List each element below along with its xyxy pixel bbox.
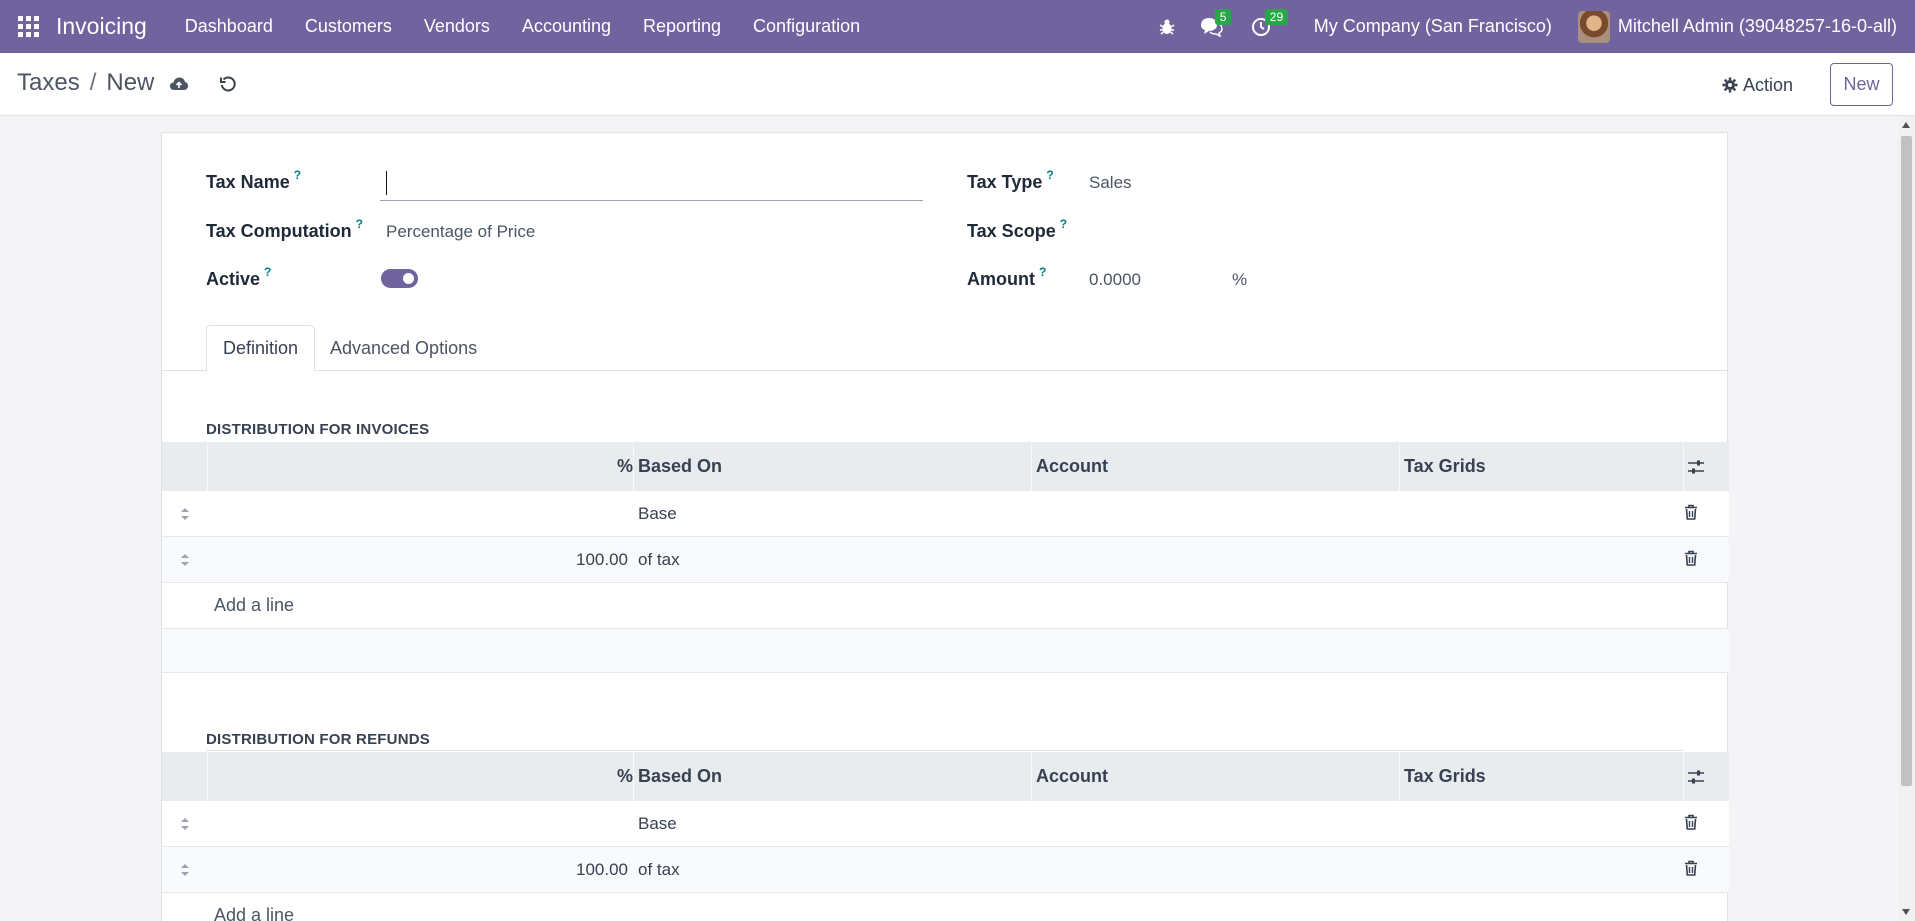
form-sheet: Tax Name? Tax Computation? Percentage of… [161,132,1729,921]
cell-based-on[interactable]: of tax [638,537,680,583]
menu-configuration[interactable]: Configuration [737,0,876,53]
user-menu[interactable]: Mitchell Admin (39048257-16-0-all) [1618,16,1897,37]
cell-percent[interactable]: 100.00 [207,847,628,893]
action-menu-button[interactable]: Action [1722,71,1793,99]
tax-type-label: Tax Type? [967,168,1054,192]
amount-percent-unit: % [1232,270,1248,289]
table-row[interactable]: 100.00 of tax [162,537,1729,583]
cell-percent[interactable] [207,801,628,847]
delete-row-trash-icon[interactable] [1684,860,1698,881]
tab-advanced-options[interactable]: Advanced Options [314,325,493,371]
tax-scope-label: Tax Scope? [967,217,1068,241]
column-account[interactable]: Account [1036,442,1108,491]
tax-computation-select[interactable]: Percentage of Price [386,222,535,242]
column-percent[interactable]: % [207,752,633,801]
column-percent[interactable]: % [207,442,633,491]
navbar-systray: 5 29 My Company (San Francisco) Mitchell… [1148,0,1915,53]
app-brand[interactable]: Invoicing [56,13,147,40]
column-tax-grids[interactable]: Tax Grids [1404,442,1486,491]
user-avatar[interactable] [1577,10,1610,43]
activities-clock-icon[interactable]: 29 [1246,0,1289,53]
apps-menu-icon[interactable] [0,0,56,53]
tax-name-input[interactable] [380,169,923,201]
menu-customers[interactable]: Customers [289,0,408,53]
scrollbar-thumb[interactable] [1901,136,1912,786]
delete-row-trash-icon[interactable] [1684,504,1698,525]
column-account[interactable]: Account [1036,752,1108,801]
invoices-section-title: DISTRIBUTION FOR INVOICES [206,421,430,438]
section-divider [206,750,1684,751]
cell-based-on[interactable]: of tax [638,847,680,893]
optional-columns-toggle-icon[interactable] [1687,442,1705,491]
tax-computation-label: Tax Computation? [206,217,364,241]
menu-dashboard[interactable]: Dashboard [169,0,289,53]
column-tax-grids[interactable]: Tax Grids [1404,752,1486,801]
company-switcher[interactable]: My Company (San Francisco) [1314,16,1552,37]
breadcrumb-current: New [106,69,155,96]
table-row[interactable]: Base [162,801,1729,847]
tab-definition[interactable]: Definition [206,325,316,372]
breadcrumb-separator: / [89,69,97,96]
table-header: % Based On Account Tax Grids [162,442,1729,491]
column-based-on[interactable]: Based On [638,752,722,801]
tax-scope-select[interactable] [1089,222,1389,244]
activities-count-badge: 29 [1264,9,1289,25]
refunds-distribution-table: % Based On Account Tax Grids Base 100.00… [162,752,1729,921]
table-row[interactable]: 100.00 of tax [162,847,1729,893]
add-line-row: Add a line [162,893,1729,921]
amount-input[interactable]: 0.0000 [1089,270,1141,290]
delete-row-trash-icon[interactable] [1684,814,1698,835]
add-line-link[interactable]: Add a line [214,905,294,921]
new-record-button[interactable]: New [1830,63,1893,106]
delete-row-trash-icon[interactable] [1684,550,1698,571]
main-menu: Dashboard Customers Vendors Accounting R… [169,0,876,53]
breadcrumb-taxes-link[interactable]: Taxes [17,69,80,97]
control-panel: Taxes / New Action New [0,53,1915,116]
save-cloud-icon[interactable] [168,73,190,95]
cell-based-on[interactable]: Base [638,801,677,847]
page-scrollbar[interactable] [1898,116,1915,921]
gear-icon [1722,77,1738,93]
scroll-up-arrow-icon[interactable] [1902,122,1910,128]
text-cursor [386,171,387,195]
drag-handle-icon[interactable] [179,815,191,833]
messages-count-badge: 5 [1214,9,1232,25]
scroll-down-arrow-icon[interactable] [1902,909,1910,915]
amount-label: Amount? [967,265,1047,289]
menu-vendors[interactable]: Vendors [408,0,506,53]
menu-accounting[interactable]: Accounting [506,0,627,53]
menu-reporting[interactable]: Reporting [627,0,737,53]
action-label: Action [1743,74,1794,95]
breadcrumb: Taxes / New [17,69,154,97]
refunds-section-title: DISTRIBUTION FOR REFUNDS [206,731,430,748]
active-label: Active? [206,265,272,289]
cell-percent[interactable]: 100.00 [207,537,628,583]
messages-chat-icon[interactable]: 5 [1196,0,1232,53]
debug-bug-icon[interactable] [1158,0,1176,53]
invoices-distribution-table: % Based On Account Tax Grids Base 100.00… [162,442,1729,673]
add-line-row: Add a line [162,583,1729,629]
tax-type-select[interactable]: Sales [1089,173,1132,193]
top-navbar: Invoicing Dashboard Customers Vendors Ac… [0,0,1915,53]
cell-based-on[interactable]: Base [638,491,677,537]
drag-handle-icon[interactable] [179,505,191,523]
table-header: % Based On Account Tax Grids [162,752,1729,801]
cell-percent[interactable] [207,491,628,537]
drag-handle-icon[interactable] [179,861,191,879]
discard-undo-icon[interactable] [217,73,239,95]
tax-name-label: Tax Name? [206,168,302,192]
active-toggle[interactable] [381,269,418,288]
table-footer [162,629,1729,673]
optional-columns-toggle-icon[interactable] [1687,752,1705,801]
table-row[interactable]: Base [162,491,1729,537]
add-line-link[interactable]: Add a line [214,595,294,616]
form-notebook-tabs: Definition Advanced Options [162,325,1729,372]
column-based-on[interactable]: Based On [638,442,722,491]
drag-handle-icon[interactable] [179,551,191,569]
